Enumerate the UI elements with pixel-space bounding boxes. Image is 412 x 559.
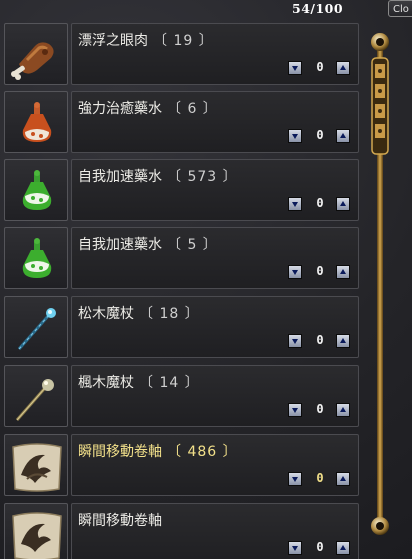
inventory-item-row[interactable]: 自我加速藥水〔 573 〕 0 <box>0 156 362 222</box>
item-icon-slot[interactable] <box>4 159 68 221</box>
increase-quantity-button[interactable] <box>336 403 350 417</box>
item-name: 強力治癒藥水〔 6 〕 <box>78 101 218 117</box>
item-info-panel: 強力治癒藥水〔 6 〕 0 <box>71 91 359 153</box>
item-name: 楓木魔杖〔 14 〕 <box>78 375 200 391</box>
inventory-item-row[interactable]: 楓木魔杖〔 14 〕 0 <box>0 362 362 428</box>
selected-quantity: 0 <box>316 60 324 74</box>
green-potion-icon <box>22 170 52 210</box>
decrease-quantity-button[interactable] <box>288 472 302 486</box>
selected-quantity: 0 <box>316 196 324 210</box>
teleport-scroll-icon <box>12 443 62 492</box>
inventory-item-row[interactable]: 自我加速藥水〔 5 〕 0 <box>0 224 362 290</box>
inventory-scrollbar[interactable] <box>366 30 394 540</box>
item-info-panel: 瞬間移動卷軸 0 <box>71 503 359 559</box>
inventory-header: 54/100 Clo <box>0 0 412 20</box>
item-name: 松木魔杖〔 18 〕 <box>78 306 200 322</box>
item-icon-slot[interactable] <box>4 503 68 559</box>
pine-wand-icon <box>17 308 56 350</box>
item-icon-slot[interactable] <box>4 296 68 358</box>
item-info-panel: 楓木魔杖〔 14 〕 0 <box>71 365 359 427</box>
increase-quantity-button[interactable] <box>336 334 350 348</box>
item-icon-slot[interactable] <box>4 23 68 85</box>
quantity-stepper: 0 <box>288 333 354 350</box>
item-name: 漂浮之眼肉〔 19 〕 <box>78 33 214 49</box>
inventory-item-row[interactable]: 漂浮之眼肉〔 19 〕 0 <box>0 20 362 86</box>
item-name: 自我加速藥水〔 5 〕 <box>78 237 218 253</box>
quantity-stepper: 0 <box>288 60 354 77</box>
item-name: 瞬間移動卷軸〔 486 〕 <box>78 444 238 460</box>
increase-quantity-button[interactable] <box>336 61 350 75</box>
green-potion-icon <box>22 238 52 278</box>
inventory-item-row[interactable]: 強力治癒藥水〔 6 〕 0 <box>0 88 362 154</box>
quantity-stepper: 0 <box>288 196 354 213</box>
quantity-stepper: 0 <box>288 540 354 557</box>
item-icon-slot[interactable] <box>4 365 68 427</box>
inventory-item-row[interactable]: 松木魔杖〔 18 〕 0 <box>0 293 362 359</box>
item-name: 自我加速藥水〔 573 〕 <box>78 169 238 185</box>
item-icon-slot[interactable] <box>4 434 68 496</box>
item-info-panel: 自我加速藥水〔 573 〕 0 <box>71 159 359 221</box>
inventory-capacity-counter: 54/100 <box>292 1 344 16</box>
selected-quantity: 0 <box>316 471 324 485</box>
selected-quantity: 0 <box>316 333 324 347</box>
teleport-scroll-icon <box>12 512 62 559</box>
decrease-quantity-button[interactable] <box>288 129 302 143</box>
quantity-stepper: 0 <box>288 402 354 419</box>
increase-quantity-button[interactable] <box>336 541 350 555</box>
selected-quantity: 0 <box>316 402 324 416</box>
inventory-list: 漂浮之眼肉〔 19 〕 0 強力治癒藥水〔 6 〕 0 自我加速藥水 〔 573… <box>0 20 362 559</box>
eye-meat-icon <box>11 42 54 80</box>
increase-quantity-button[interactable] <box>336 197 350 211</box>
increase-quantity-button[interactable] <box>336 265 350 279</box>
item-info-panel: 漂浮之眼肉〔 19 〕 0 <box>71 23 359 85</box>
decrease-quantity-button[interactable] <box>288 61 302 75</box>
decrease-quantity-button[interactable] <box>288 541 302 555</box>
item-name: 瞬間移動卷軸 <box>78 513 162 529</box>
inventory-item-row[interactable]: 瞬間移動卷軸 0 <box>0 500 362 559</box>
item-info-panel: 松木魔杖〔 18 〕 0 <box>71 296 359 358</box>
maple-wand-icon <box>15 379 54 421</box>
quantity-stepper: 0 <box>288 264 354 281</box>
decrease-quantity-button[interactable] <box>288 403 302 417</box>
item-icon-slot[interactable] <box>4 91 68 153</box>
item-info-panel: 瞬間移動卷軸〔 486 〕 0 <box>71 434 359 496</box>
item-icon-slot[interactable] <box>4 227 68 289</box>
selected-quantity: 0 <box>316 540 324 554</box>
orange-potion-icon <box>22 102 52 142</box>
item-info-panel: 自我加速藥水〔 5 〕 0 <box>71 227 359 289</box>
decrease-quantity-button[interactable] <box>288 197 302 211</box>
increase-quantity-button[interactable] <box>336 129 350 143</box>
scrollbar-thumb[interactable] <box>371 57 389 155</box>
close-button[interactable]: Clo <box>388 0 412 17</box>
selected-quantity: 0 <box>316 128 324 142</box>
decrease-quantity-button[interactable] <box>288 334 302 348</box>
increase-quantity-button[interactable] <box>336 472 350 486</box>
inventory-item-row[interactable]: 瞬間移動卷軸〔 486 〕 0 <box>0 431 362 497</box>
quantity-stepper: 0 <box>288 471 354 488</box>
selected-quantity: 0 <box>316 264 324 278</box>
decrease-quantity-button[interactable] <box>288 265 302 279</box>
quantity-stepper: 0 <box>288 128 354 145</box>
